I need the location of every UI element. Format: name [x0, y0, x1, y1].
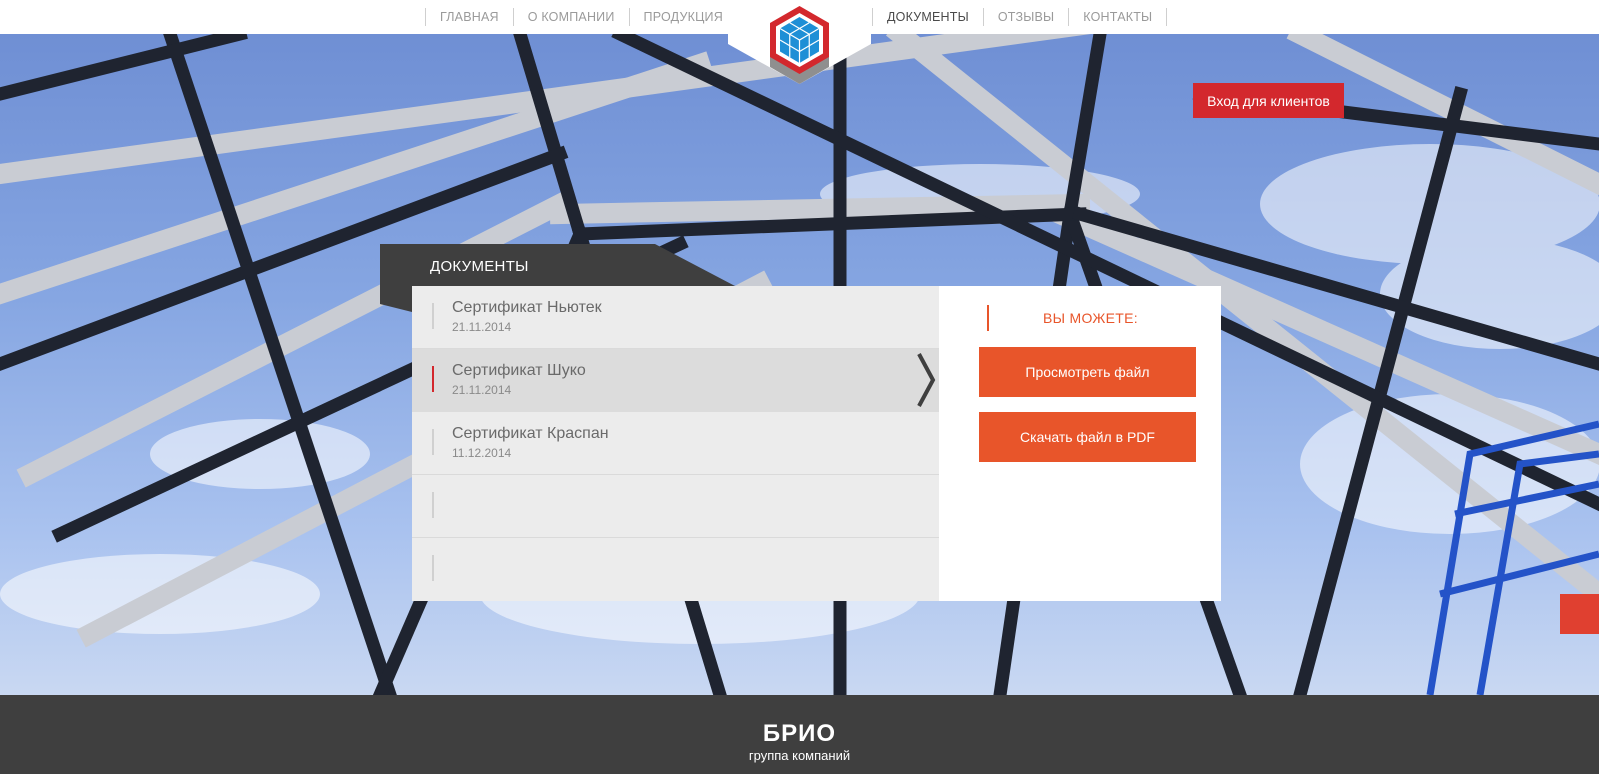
document-name: Сертификат Краспан — [452, 425, 609, 442]
nav-link-documents[interactable]: ДОКУМЕНТЫ — [873, 10, 983, 24]
documents-tab-title: ДОКУМЕНТЫ — [430, 258, 529, 275]
document-row-empty — [412, 538, 939, 601]
actions-heading: ВЫ МОЖЕТЕ: — [987, 305, 1138, 331]
document-actions-panel: ВЫ МОЖЕТЕ: Просмотреть файл Скачать файл… — [939, 286, 1221, 601]
nav-link-contacts[interactable]: КОНТАКТЫ — [1069, 10, 1166, 24]
hexagon-cube-logo-icon — [728, 0, 871, 84]
document-row[interactable]: Сертификат Ньютек 21.11.2014 — [412, 286, 939, 349]
row-indicator — [432, 303, 434, 329]
nav-link-home[interactable]: ГЛАВНАЯ — [426, 10, 513, 24]
nav-right-group: ДОКУМЕНТЫ ОТЗЫВЫ КОНТАКТЫ — [872, 0, 1168, 34]
row-indicator — [432, 492, 434, 518]
document-date: 21.11.2014 — [452, 383, 512, 397]
document-row[interactable]: Сертификат Краспан 11.12.2014 — [412, 412, 939, 475]
download-pdf-button[interactable]: Скачать файл в PDF — [979, 412, 1196, 462]
heading-accent-bar — [987, 305, 989, 331]
nav-link-products[interactable]: ПРОДУКЦИЯ — [630, 10, 737, 24]
nav-divider — [1166, 8, 1168, 26]
footer-brand: БРИО — [762, 720, 837, 747]
nav-link-about[interactable]: О КОМПАНИИ — [514, 10, 629, 24]
row-indicator — [432, 429, 434, 455]
document-name: Сертификат Шуко — [452, 362, 586, 379]
document-row-selected[interactable]: Сертификат Шуко 21.11.2014 — [412, 348, 939, 412]
client-login-button[interactable]: Вход для клиентов — [1193, 83, 1344, 118]
nav-link-reviews[interactable]: ОТЗЫВЫ — [984, 10, 1068, 24]
document-name: Сертификат Ньютек — [452, 299, 602, 316]
document-list: Сертификат Ньютек 21.11.2014 Сертификат … — [412, 286, 939, 601]
row-indicator — [432, 555, 434, 581]
view-file-button[interactable]: Просмотреть файл — [979, 347, 1196, 397]
nav-left-group: ГЛАВНАЯ О КОМПАНИИ ПРОДУКЦИЯ — [425, 0, 738, 34]
footer-subtitle: группа компаний — [748, 748, 851, 763]
logo-badge[interactable] — [728, 0, 871, 84]
document-date: 11.12.2014 — [452, 446, 512, 460]
document-date: 21.11.2014 — [452, 320, 512, 334]
document-row-empty — [412, 475, 939, 538]
footer: БРИО группа компаний — [0, 695, 1599, 774]
row-indicator — [432, 366, 434, 392]
actions-heading-text: ВЫ МОЖЕТЕ: — [1043, 310, 1138, 326]
